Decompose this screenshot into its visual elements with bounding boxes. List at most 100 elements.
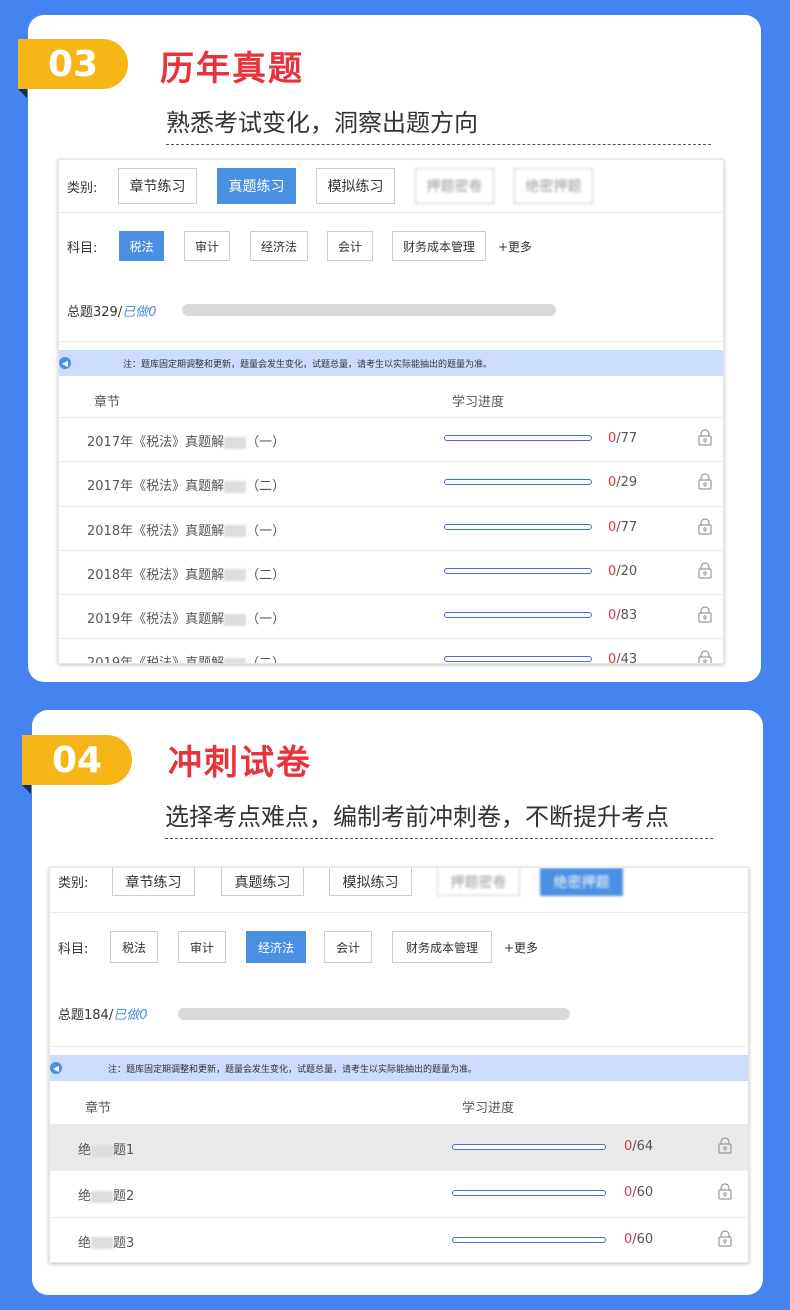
blurred-text [224,613,247,626]
subject-button-audit[interactable]: 审计 [178,931,226,963]
subject-label: 科目: [67,240,98,256]
blurred-text [224,657,247,663]
table-row[interactable]: 绝题3 0/60 [50,1218,748,1262]
progress-count: 0/83 [608,608,638,624]
col-chapter: 章节 [85,1101,112,1116]
col-progress: 学习进度 [462,1101,515,1116]
lock-icon[interactable] [697,518,713,535]
study-progress-bar [452,1236,606,1243]
table-header: 章节 学习进度 [59,384,723,418]
subject-button-tax[interactable]: 税法 [110,931,158,963]
lock-icon[interactable] [697,562,713,579]
subject-button-financial-management[interactable]: 财务成本管理 [392,231,486,261]
table-row[interactable]: 绝题1 0/64 [50,1125,748,1172]
blurred-text [91,1237,114,1250]
section-number-badge: 04 [22,735,132,794]
type-row: 类别: 章节练习 真题练习 模拟练习 押题密卷 绝密押题 [50,868,748,913]
table-row[interactable]: 2017年《税法》真题解 （二） 0/29 [59,462,723,507]
type-button-secret[interactable]: 绝密押题 [540,868,623,896]
type-button-past-exam[interactable]: 真题练习 [217,168,296,204]
col-chapter: 章节 [94,395,121,410]
study-progress-bar [444,567,592,574]
speaker-icon: ◀ [50,1062,62,1074]
blurred-text [224,436,247,449]
lock-icon[interactable] [697,606,713,623]
question-bank-panel: 类别: 章节练习 真题练习 模拟练习 押题密卷 绝密押题 科目: 税法 审计 经… [49,867,749,1263]
notice-text: 注：题库固定期调整和更新，题量会发生变化，试题总量，请考生以实际能抽出的题量为准… [108,1064,478,1075]
table-row[interactable]: 2018年《税法》真题解 （一） 0/77 [59,507,723,551]
blurred-text [91,1190,114,1203]
blurred-text [224,480,247,493]
lock-icon[interactable] [697,429,713,446]
subject-button-economic-law[interactable]: 经济法 [250,231,308,261]
chapter-name: 绝题3 [78,1235,135,1251]
table-row[interactable]: 2018年《税法》真题解 （二） 0/20 [59,551,723,596]
chapter-name: 2017年《税法》真题解 （一） [87,435,286,450]
blurred-text [224,525,247,538]
progress-count: 0/64 [624,1139,654,1154]
table-row[interactable]: 绝题2 0/60 [50,1171,748,1218]
lock-icon[interactable] [697,650,713,663]
subject-label: 科目: [58,941,89,957]
section-card-03: 03 历年真题 熟悉考试变化，洞察出题方向 类别: 章节练习 真题练习 模拟练习… [18,15,761,682]
blurred-text [224,569,247,582]
type-button-secret[interactable]: 绝密押题 [514,168,593,204]
table-row[interactable]: 2019年《税法》真题解 （二） 0/43 [59,639,723,663]
study-progress-bar [452,1144,606,1150]
progress-count: 0/77 [608,431,638,446]
chapter-list: 绝题1 0/64 绝题2 0/60 绝题3 0/60 [50,1125,748,1262]
subject-button-accounting[interactable]: 会计 [324,931,372,963]
type-button-chapter[interactable]: 章节练习 [118,168,197,204]
section-subtitle: 选择考点难点，编制考前冲刺卷，不断提升考点 [165,797,713,839]
type-label: 类别: [67,180,98,196]
chapter-name: 2019年《税法》真题解 （二） [87,652,285,663]
chapter-name: 2019年《税法》真题解 （一） [87,612,286,628]
lock-icon[interactable] [697,473,713,490]
subject-row: 科目: 税法 审计 经济法 会计 财务成本管理 +更多 [59,213,723,279]
total-progress-bar [178,1007,570,1020]
subject-row: 科目: 税法 审计 经济法 会计 财务成本管理 +更多 [50,913,748,981]
type-button-predicted[interactable]: 押题密卷 [415,168,494,204]
col-progress: 学习进度 [452,395,505,410]
subject-button-accounting[interactable]: 会计 [327,231,373,261]
subject-button-financial-management[interactable]: 财务成本管理 [392,931,492,963]
study-progress-bar [444,479,592,486]
study-progress-bar [444,435,592,441]
study-progress-bar [452,1190,606,1197]
more-subjects-link[interactable]: +更多 [504,939,538,956]
subject-button-economic-law[interactable]: 经济法 [246,931,306,963]
type-label: 类别: [58,876,89,891]
chapter-name: 2018年《税法》真题解 （一） [87,523,286,539]
total-progress-bar [182,304,556,316]
lock-icon[interactable] [717,1137,733,1154]
table-header: 章节 学习进度 [50,1089,748,1125]
section-title: 历年真题 [160,49,304,89]
progress-count: 0/20 [608,563,638,579]
progress-count: 0/77 [608,519,638,535]
blurred-text [91,1144,114,1157]
type-button-chapter[interactable]: 章节练习 [112,868,195,896]
section-subtitle: 熟悉考试变化，洞察出题方向 [166,103,711,145]
type-button-past-exam[interactable]: 真题练习 [221,868,304,896]
subject-button-tax[interactable]: 税法 [119,231,164,261]
table-row[interactable]: 2017年《税法》真题解 （一） 0/77 [59,418,723,463]
study-progress-bar [444,523,592,530]
notice-text: 注：题库固定期调整和更新，题量会发生变化，试题总量，请考生以实际能抽出的题量为准… [123,359,493,370]
lock-icon[interactable] [717,1183,733,1200]
more-subjects-link[interactable]: +更多 [498,238,532,255]
total-count: 总题184/已做0 [58,1008,148,1023]
question-bank-panel: 类别: 章节练习 真题练习 模拟练习 押题密卷 绝密押题 科目: 税法 审计 经… [58,159,724,664]
chapter-name: 2017年《税法》真题解 （二） [87,479,286,495]
lock-icon[interactable] [717,1230,733,1247]
type-button-predicted[interactable]: 押题密卷 [437,868,520,896]
type-row: 类别: 章节练习 真题练习 模拟练习 押题密卷 绝密押题 [59,160,723,213]
chapter-name: 2018年《税法》真题解 （二） [87,567,286,583]
study-progress-bar [444,656,592,663]
subject-button-audit[interactable]: 审计 [184,231,230,261]
notice-bar: ◀ 注：题库固定期调整和更新，题量会发生变化，试题总量，请考生以实际能抽出的题量… [59,350,723,376]
progress-count: 0/60 [624,1231,654,1247]
type-button-mock[interactable]: 模拟练习 [316,168,395,204]
table-row[interactable]: 2019年《税法》真题解 （一） 0/83 [59,595,723,640]
progress-count: 0/60 [624,1185,654,1201]
type-button-mock[interactable]: 模拟练习 [329,868,412,896]
